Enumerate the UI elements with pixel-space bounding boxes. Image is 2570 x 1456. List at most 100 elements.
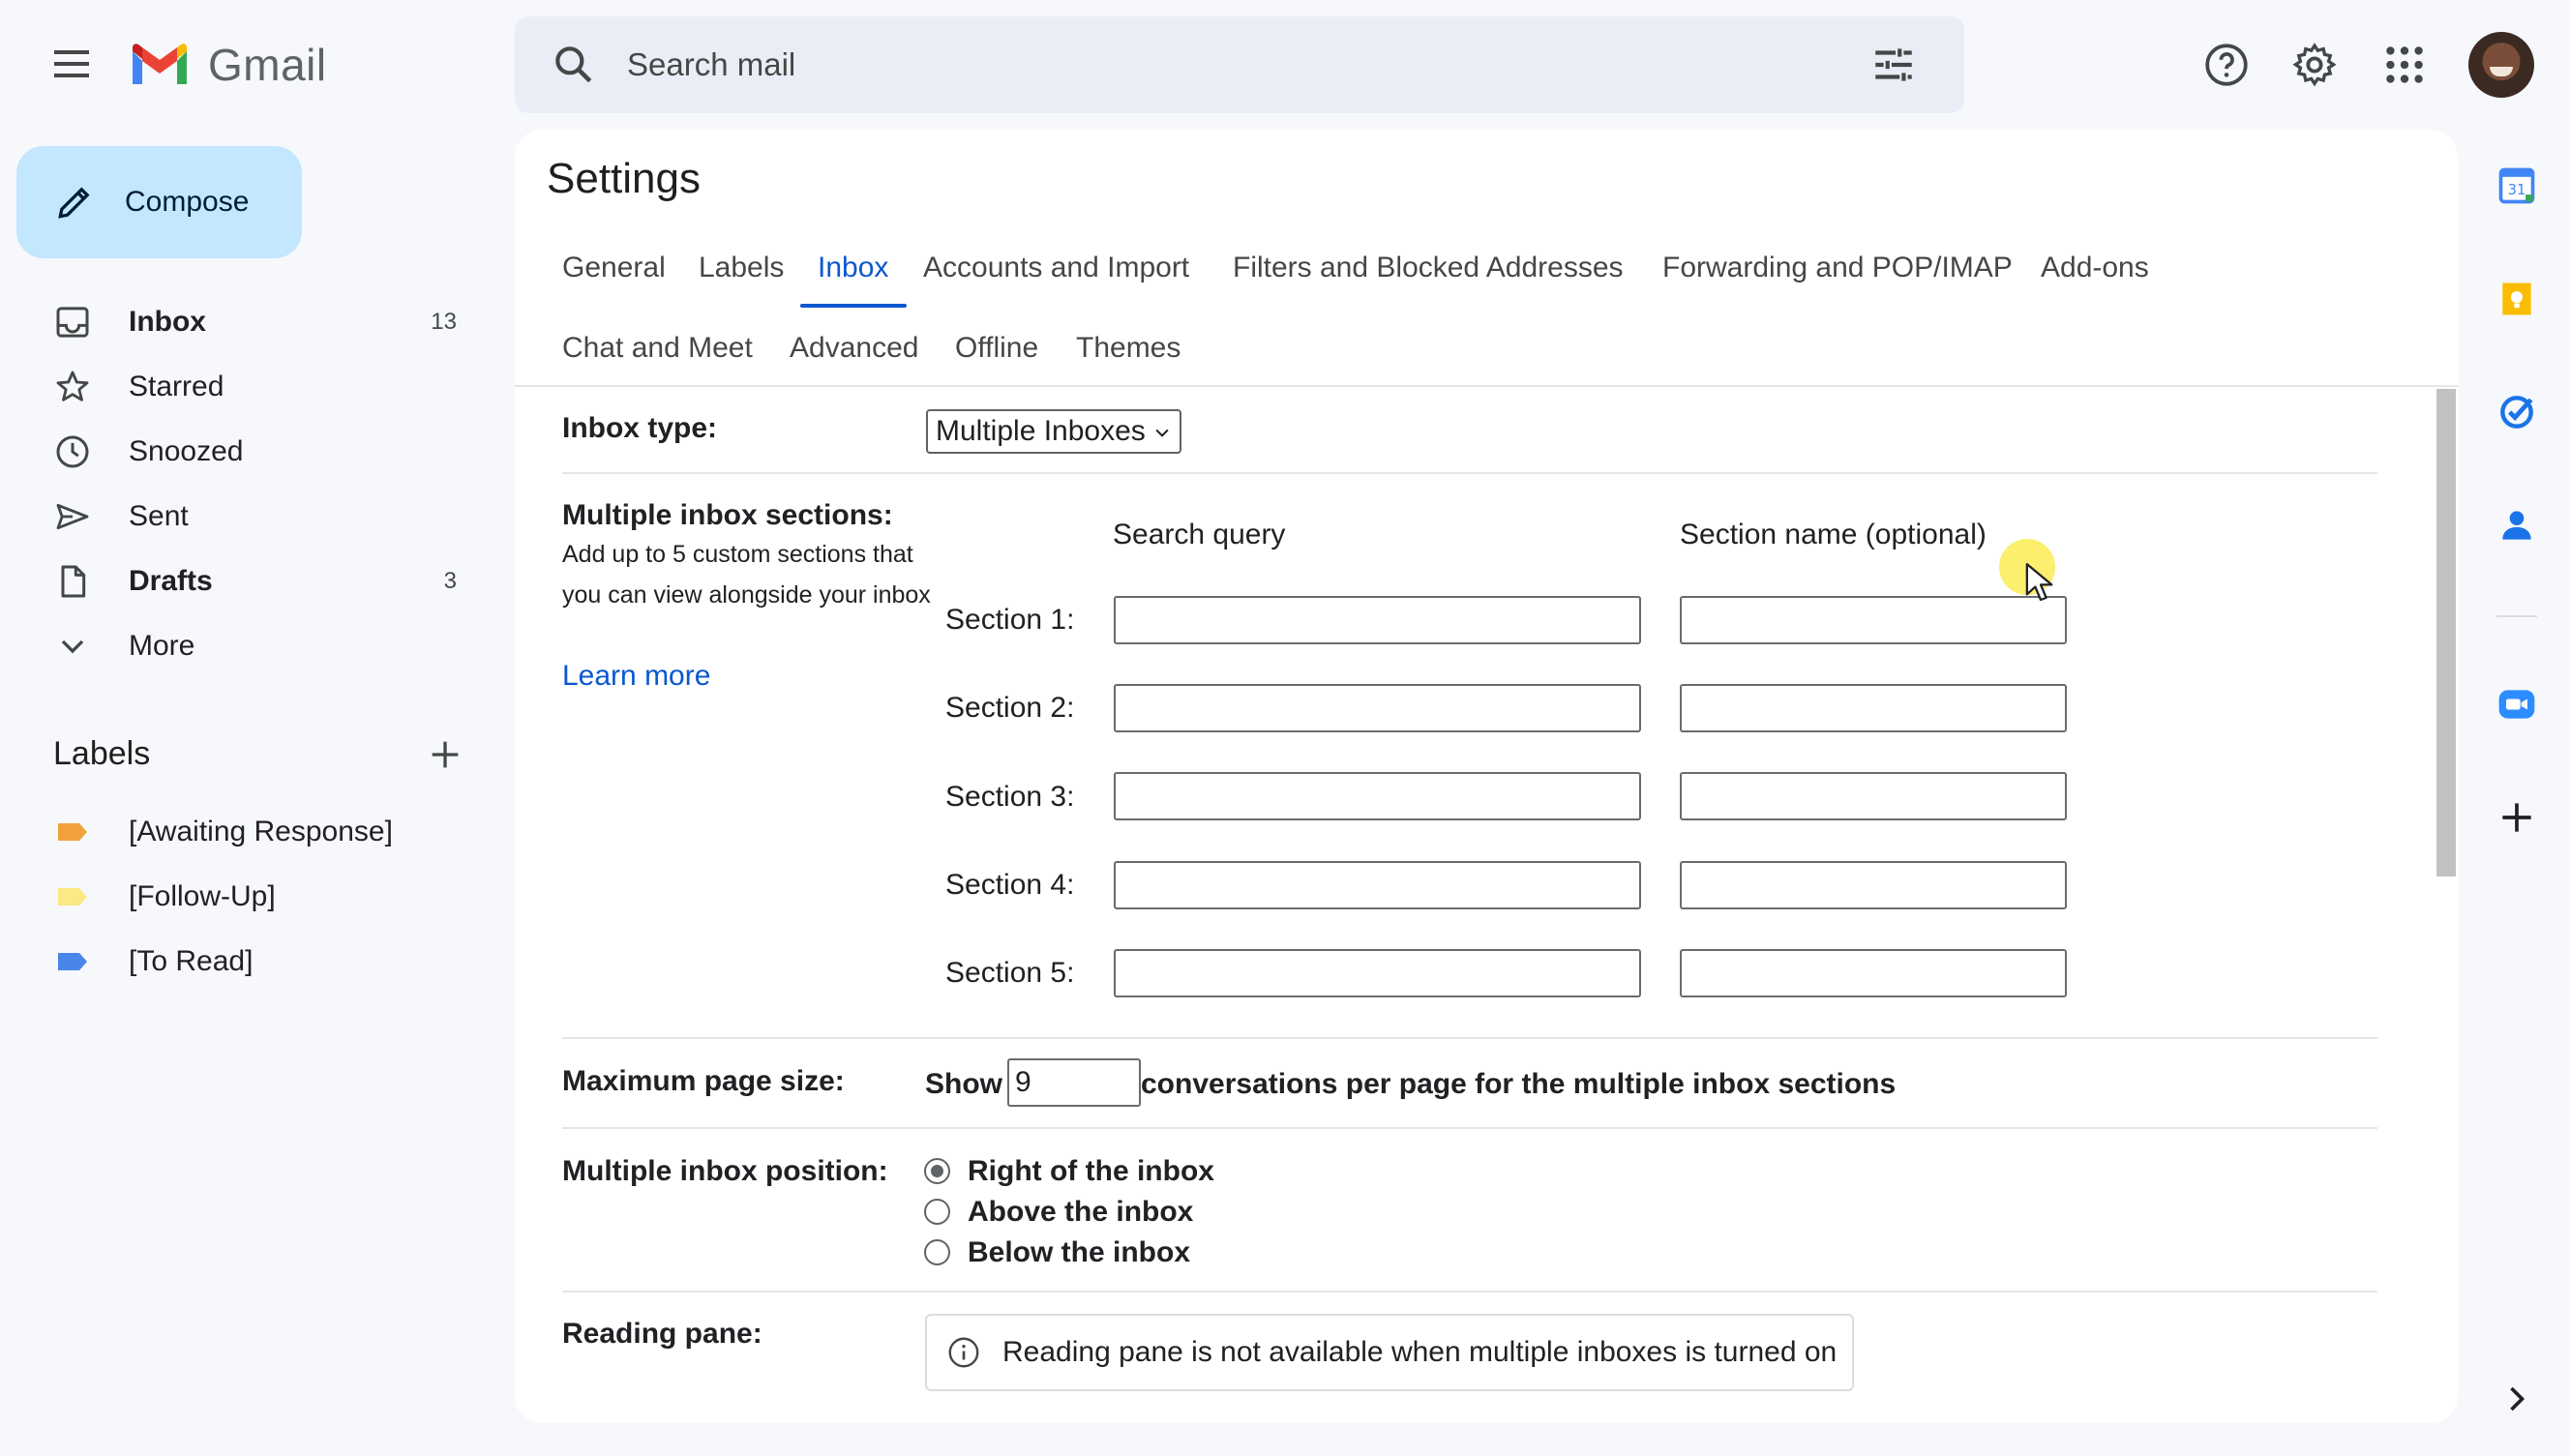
radio-label-above-inbox[interactable]: Above the inbox (968, 1196, 1193, 1229)
settings-gear-icon[interactable] (2290, 41, 2339, 89)
tab-labels[interactable]: Labels (699, 252, 784, 284)
tabs-divider (515, 385, 2458, 387)
nav-item-drafts[interactable]: Drafts 3 (0, 550, 493, 613)
star-icon (56, 371, 89, 401)
scrollbar-thumb[interactable] (2436, 389, 2456, 877)
page-size-value: 9 (1015, 1066, 1031, 1098)
section-name-column-header: Section name (optional) (1680, 519, 1987, 550)
account-avatar[interactable] (2468, 32, 2534, 98)
reading-pane-info-box: Reading pane is not available when multi… (925, 1314, 1854, 1391)
svg-text:31: 31 (2508, 182, 2526, 198)
search-icon[interactable] (550, 41, 598, 89)
row-divider (562, 1291, 2377, 1293)
nav-label-drafts: Drafts (129, 565, 213, 597)
radio-above-inbox[interactable] (924, 1199, 950, 1225)
send-icon (56, 503, 89, 530)
label-item-follow-up[interactable]: [Follow-Up] (0, 868, 493, 926)
section-5-name-input[interactable] (1680, 949, 2067, 997)
section-4-name-input[interactable] (1680, 861, 2067, 909)
radio-below-inbox[interactable] (924, 1239, 950, 1265)
settings-panel: Settings General Labels Inbox Accounts a… (515, 130, 2458, 1423)
tab-advanced[interactable]: Advanced (790, 332, 918, 365)
section-3-name-input[interactable] (1680, 772, 2067, 820)
zoom-icon[interactable] (2495, 683, 2538, 726)
help-icon[interactable] (2202, 41, 2251, 89)
sections-label: Multiple inbox sections: (562, 499, 893, 531)
section-5-query-input[interactable] (1114, 949, 1641, 997)
apps-grid-icon[interactable] (2380, 41, 2429, 89)
pencil-icon (58, 187, 90, 219)
tab-accounts-and-import[interactable]: Accounts and Import (923, 252, 1189, 284)
drafts-count: 3 (443, 568, 457, 594)
position-label: Multiple inbox position: (562, 1155, 888, 1187)
nav-label-starred: Starred (129, 371, 224, 402)
section-5-label: Section 5: (945, 957, 1075, 989)
sections-description: Add up to 5 custom sections that you can… (562, 541, 931, 609)
nav-item-sent[interactable]: Sent (0, 485, 493, 549)
add-label-icon[interactable] (426, 735, 464, 774)
section-4-query-input[interactable] (1114, 861, 1641, 909)
learn-more-link[interactable]: Learn more (562, 660, 710, 693)
tab-general[interactable]: General (562, 252, 666, 284)
side-panel-divider (2496, 615, 2537, 617)
section-2-label: Section 2: (945, 692, 1075, 724)
label-item-awaiting-response[interactable]: [Awaiting Response] (0, 803, 493, 861)
app-name: Gmail (208, 40, 327, 90)
section-1-query-input[interactable] (1114, 596, 1641, 644)
search-options-icon[interactable] (1869, 41, 1918, 89)
section-2-name-input[interactable] (1680, 684, 2067, 732)
nav-item-more[interactable]: More (0, 614, 493, 678)
nav-item-snoozed[interactable]: Snoozed (0, 420, 493, 484)
chevron-down-icon (61, 639, 84, 654)
section-1-label: Section 1: (945, 604, 1075, 636)
radio-right-of-inbox[interactable] (924, 1158, 950, 1184)
page-size-prefix: Show (925, 1068, 1002, 1100)
radio-label-right-of-inbox[interactable]: Right of the inbox (968, 1155, 1214, 1188)
search-input[interactable]: Search mail (627, 46, 795, 83)
tab-add-ons[interactable]: Add-ons (2041, 252, 2149, 284)
page-size-label: Maximum page size: (562, 1065, 845, 1097)
info-icon (948, 1337, 979, 1368)
keep-notes-icon[interactable] (2495, 278, 2538, 320)
page-size-input[interactable]: 9 (1007, 1058, 1141, 1107)
gmail-m-icon (133, 44, 187, 84)
nav-label-inbox: Inbox (129, 306, 206, 338)
nav-item-inbox[interactable]: Inbox 13 (0, 290, 493, 354)
search-bar[interactable]: Search mail (515, 16, 1964, 113)
tab-forwarding-pop-imap[interactable]: Forwarding and POP/IMAP (1662, 252, 2013, 284)
chevron-right-icon[interactable] (2495, 1378, 2538, 1420)
active-tab-indicator (800, 304, 907, 308)
section-3-label: Section 3: (945, 781, 1075, 813)
tab-chat-and-meet[interactable]: Chat and Meet (562, 332, 753, 365)
radio-label-below-inbox[interactable]: Below the inbox (968, 1236, 1190, 1269)
clock-icon (56, 435, 89, 468)
tab-inbox[interactable]: Inbox (818, 252, 888, 284)
gmail-logo[interactable]: Gmail (129, 39, 327, 91)
section-3-query-input[interactable] (1114, 772, 1641, 820)
compose-label: Compose (125, 186, 250, 218)
label-tag-icon (58, 823, 87, 841)
inbox-type-select[interactable]: Multiple Inboxes (926, 409, 1181, 454)
inbox-type-label: Inbox type: (562, 412, 718, 444)
reading-pane-label: Reading pane: (562, 1318, 762, 1350)
row-divider (562, 472, 2377, 474)
tab-filters-and-blocked-addresses[interactable]: Filters and Blocked Addresses (1233, 252, 1624, 284)
page-size-suffix: conversations per page for the multiple … (1141, 1068, 1897, 1100)
labels-heading: Labels (53, 735, 151, 772)
nav-label-snoozed: Snoozed (129, 435, 244, 467)
label-item-to-read[interactable]: [To Read] (0, 933, 493, 991)
main-menu-icon[interactable] (48, 41, 95, 87)
chevron-down-icon (1155, 429, 1169, 437)
calendar-icon[interactable]: 31 (2495, 164, 2538, 207)
search-query-column-header: Search query (1113, 519, 1286, 550)
section-1-name-input[interactable] (1680, 596, 2067, 644)
tasks-icon[interactable] (2495, 391, 2538, 433)
tab-themes[interactable]: Themes (1076, 332, 1180, 365)
nav-item-starred[interactable]: Starred (0, 355, 493, 419)
get-add-ons-icon[interactable] (2495, 796, 2538, 839)
inbox-unread-count: 13 (431, 309, 457, 335)
tab-offline[interactable]: Offline (955, 332, 1038, 365)
contacts-icon[interactable] (2495, 504, 2538, 547)
section-2-query-input[interactable] (1114, 684, 1641, 732)
compose-button[interactable]: Compose (16, 146, 302, 258)
